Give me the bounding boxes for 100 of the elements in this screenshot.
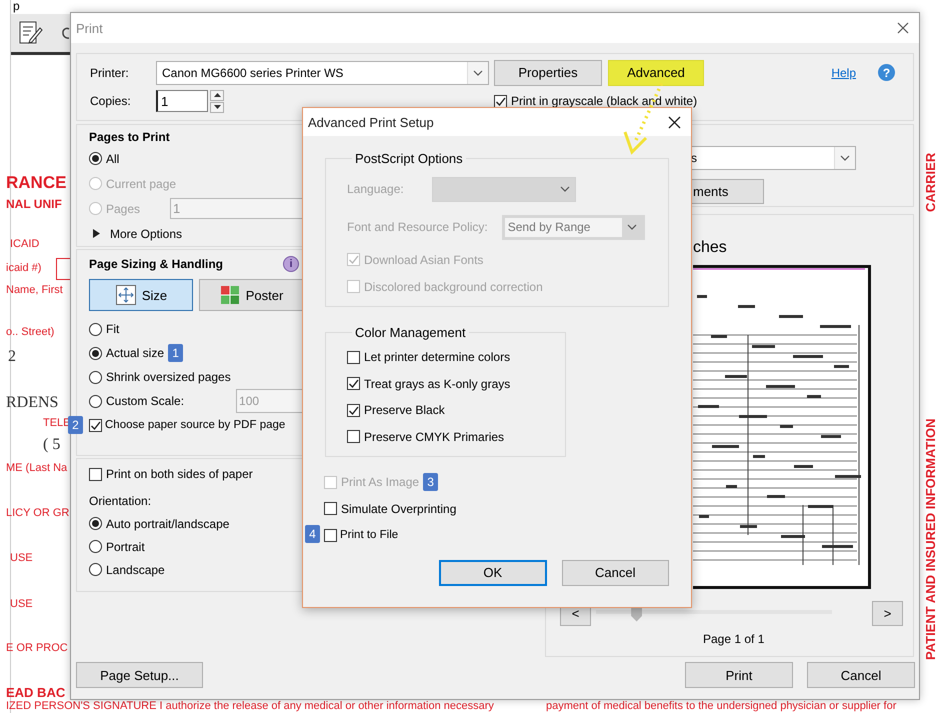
page-setup-button[interactable]: Page Setup... [76, 662, 203, 688]
checkbox-label[interactable]: Print to File [340, 529, 398, 542]
spin-up-button[interactable] [210, 90, 224, 100]
checkbox[interactable] [324, 502, 337, 516]
preview-heading: ches [693, 239, 728, 258]
field-label: Language: [347, 182, 404, 196]
radio-button[interactable] [89, 346, 102, 360]
down-triangle-icon [214, 105, 220, 109]
chevron-down-icon [839, 153, 851, 163]
radio-button[interactable] [89, 394, 102, 408]
dropdown[interactable]: Send by Range [502, 214, 645, 240]
spin-down-button[interactable] [210, 102, 224, 112]
close-button[interactable] [895, 20, 911, 36]
document-text: RDENS [6, 394, 58, 412]
radio-label[interactable]: Fit [106, 322, 120, 336]
radio-button[interactable] [89, 563, 102, 576]
checkbox[interactable] [347, 404, 360, 417]
checkbox[interactable] [494, 94, 507, 108]
checkbox[interactable] [347, 377, 360, 390]
document-text: ME (Last Na [6, 462, 68, 474]
close-button[interactable] [666, 114, 683, 130]
checkbox[interactable] [89, 468, 102, 480]
checkbox-label[interactable]: Print on both sides of paper [106, 467, 253, 481]
section-label: Orientation: [89, 494, 152, 510]
window-title: Advanced Print Setup [308, 114, 434, 130]
up-triangle-icon [214, 93, 220, 97]
radio-label[interactable]: All [106, 152, 120, 166]
close-icon [668, 116, 681, 128]
group-title: Color Management [354, 325, 467, 340]
group-title: PostScript Options [354, 151, 464, 166]
info-icon[interactable]: i [283, 256, 299, 272]
document-text: IZED PERSON'S SIGNATURE I authorize the release of any medical or other information necessary [6, 700, 494, 712]
checkbox-label[interactable]: Let printer determine colors [364, 350, 510, 364]
radio-label[interactable]: Landscape [106, 562, 165, 576]
section-title: Pages to Print [89, 129, 171, 146]
checkbox-label[interactable]: Treat grays as K-only grays [364, 376, 510, 391]
document-text: icaid #) [6, 262, 42, 274]
checkbox[interactable] [347, 430, 360, 444]
radio-button[interactable] [89, 152, 102, 165]
checkbox[interactable] [347, 350, 360, 364]
step-number-badge: 2 [68, 416, 83, 434]
step-number-badge: 3 [423, 473, 438, 492]
document-text: USE [10, 552, 33, 564]
document-text: PATIENT AND INSURED INFORMATION [924, 418, 938, 660]
radio-button[interactable] [89, 370, 102, 384]
field-label: Font and Resource Policy: [347, 220, 488, 234]
copies-field[interactable]: 1 [156, 90, 208, 112]
radio-label[interactable]: Shrink oversized pages [106, 370, 231, 384]
next-page-button[interactable]: > [872, 601, 903, 626]
expander-label[interactable]: More Options [110, 226, 182, 240]
radio-label[interactable]: Actual size [106, 346, 164, 360]
section-title: Page Sizing & Handling [89, 257, 224, 271]
document-text: ( 5 [43, 436, 60, 454]
dialog-button[interactable]: Cancel [562, 560, 669, 586]
checkbox[interactable] [89, 418, 102, 432]
document-text: 2 [8, 348, 16, 366]
expand-triangle-icon [93, 229, 100, 238]
chevron-down-icon [558, 184, 571, 194]
dialog-button[interactable]: Advanced [608, 60, 704, 86]
document-text: ICAID [10, 238, 40, 250]
dialog-button[interactable]: Cancel [807, 662, 915, 688]
close-icon [897, 22, 909, 34]
radio-label[interactable]: Auto portrait/landscape [106, 516, 230, 530]
mode-tab[interactable]: Poster [199, 279, 303, 311]
radio-button[interactable] [89, 540, 102, 553]
document-text: RANCE [6, 174, 66, 193]
help-link[interactable]: Help [831, 66, 856, 80]
document-text: USE [10, 598, 33, 610]
radio-label[interactable]: Portrait [106, 540, 145, 554]
mode-tab[interactable]: Size [89, 279, 193, 311]
document-text: Name, First [6, 284, 63, 296]
document-text: E OR PROC [6, 642, 68, 654]
printer-dropdown[interactable]: Canon MG6600 series Printer WS [156, 60, 489, 84]
checkbox-label[interactable]: Preserve Black [364, 403, 445, 418]
step-number-badge: 4 [305, 525, 320, 543]
radio-button[interactable] [89, 517, 102, 530]
checkbox-label[interactable]: Print in grayscale (black and white) [511, 94, 698, 108]
resize-icon [114, 284, 137, 306]
step-number-badge: 1 [168, 344, 184, 362]
dialog-button[interactable]: Print [685, 662, 793, 688]
radio-button[interactable] [89, 322, 102, 336]
pen-document-icon [17, 20, 43, 46]
document-text: o.. Street) [6, 326, 54, 338]
field-label: Copies: [90, 94, 132, 108]
chevron-down-icon [472, 68, 484, 78]
page-counter: Page 1 of 1 [703, 632, 766, 646]
checkbox-label[interactable]: Choose paper source by PDF page [105, 419, 286, 431]
dialog-button[interactable]: Properties [494, 60, 602, 86]
document-text: payment of medical benefits to the undersigned physician or supplier for [546, 700, 896, 712]
document-text: LICY OR GR [6, 507, 70, 520]
checkbox[interactable] [324, 528, 337, 542]
checkbox-label[interactable]: Simulate Overprinting [341, 502, 456, 516]
grid-icon [218, 284, 241, 306]
checkbox-label[interactable]: Preserve CMYK Primaries [364, 430, 504, 444]
field-label: Printer: [90, 66, 130, 80]
radio-label[interactable]: Custom Scale: [106, 394, 184, 408]
document-text: EAD BAC [6, 686, 66, 700]
help-icon[interactable]: ? [878, 64, 895, 81]
dialog-button[interactable]: OK [439, 560, 546, 586]
document-text: NAL UNIF [6, 198, 62, 212]
